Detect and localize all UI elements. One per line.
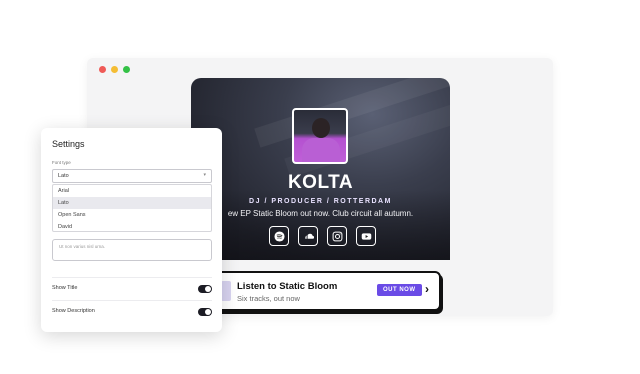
- youtube-icon[interactable]: [356, 226, 376, 246]
- announcement-text: ew EP Static Bloom out now. Club circuit…: [227, 209, 414, 218]
- show-title-toggle[interactable]: [198, 285, 212, 293]
- show-description-toggle[interactable]: [198, 308, 212, 316]
- soundcloud-icon[interactable]: [298, 226, 318, 246]
- instagram-icon[interactable]: [327, 226, 347, 246]
- browser-titlebar: [87, 58, 553, 80]
- font-type-dropdown: Arial Lato Open Sans David: [52, 184, 212, 232]
- cta-thumbnail: [221, 281, 231, 301]
- settings-title: Settings: [52, 139, 85, 149]
- out-now-badge: OUT NOW: [377, 284, 422, 296]
- cta-title: Listen to Static Bloom: [237, 281, 338, 292]
- show-description-label: Show Description: [52, 308, 95, 314]
- font-option-lato[interactable]: Lato: [53, 197, 211, 209]
- social-links: [269, 226, 376, 246]
- spotify-icon[interactable]: [269, 226, 289, 246]
- chevron-right-icon: ›: [425, 282, 429, 296]
- minimize-window-dot[interactable]: [111, 66, 118, 73]
- font-option-arial[interactable]: Arial: [53, 185, 211, 197]
- settings-panel: Settings Font type Lato ▾ Arial Lato Ope…: [41, 128, 222, 332]
- font-type-label: Font type: [52, 160, 71, 165]
- description-textarea[interactable]: Ut non varius nisl urna.: [52, 239, 212, 261]
- maximize-window-dot[interactable]: [123, 66, 130, 73]
- artist-tagline: DJ / PRODUCER / ROTTERDAM: [249, 198, 392, 205]
- close-window-dot[interactable]: [99, 66, 106, 73]
- show-title-label: Show Title: [52, 285, 78, 291]
- textarea-placeholder: Ut non varius nisl urna.: [59, 244, 106, 249]
- divider: [52, 300, 212, 301]
- font-option-open-sans[interactable]: Open Sans: [53, 209, 211, 221]
- listen-cta-button[interactable]: Listen to Static Bloom Six tracks, out n…: [213, 271, 441, 311]
- font-type-select[interactable]: Lato ▾: [52, 169, 212, 183]
- chevron-down-icon: ▾: [203, 172, 206, 178]
- font-option-david[interactable]: David: [53, 221, 211, 233]
- avatar: [292, 108, 348, 164]
- artist-name: KOLTA: [287, 172, 354, 193]
- cta-subtitle: Six tracks, out now: [237, 294, 300, 303]
- font-type-value: Lato: [58, 173, 69, 179]
- divider: [52, 277, 212, 278]
